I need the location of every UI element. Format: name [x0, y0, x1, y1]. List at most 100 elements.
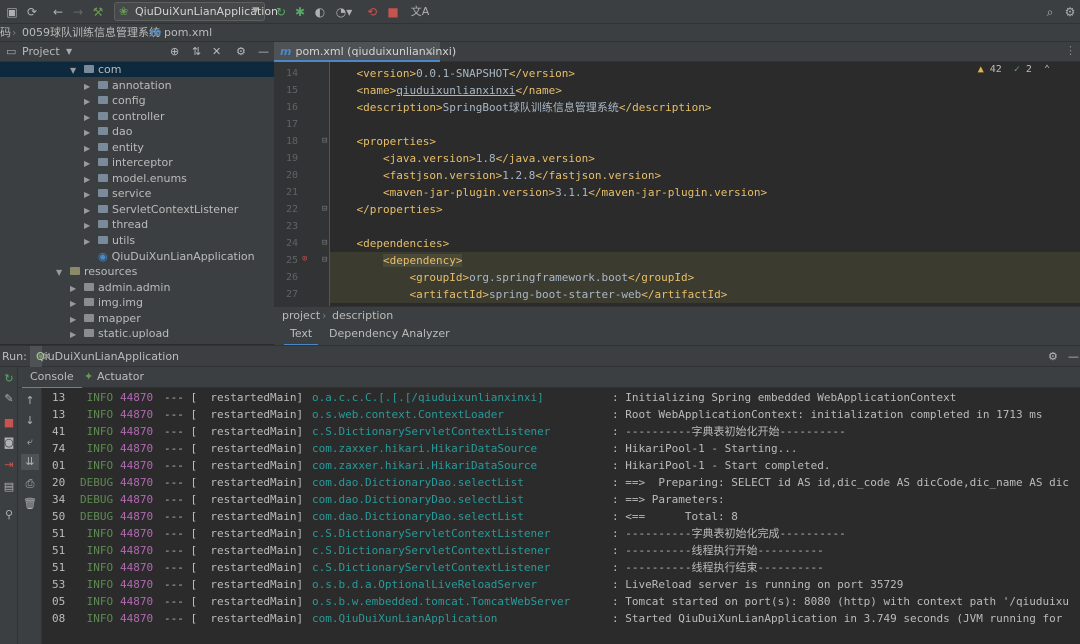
- tree-item-admin-admin[interactable]: ▶ admin.admin: [70, 280, 170, 295]
- rerun-icon[interactable]: ↻: [273, 2, 289, 22]
- collapse-arrow-icon[interactable]: ▶: [84, 234, 98, 249]
- fold-marker-icon[interactable]: ⊟: [322, 255, 327, 265]
- nav-crumb-root[interactable]: 码: [0, 24, 11, 41]
- tree-item-resources[interactable]: ▼ resources: [56, 264, 137, 279]
- settings-gear-icon[interactable]: ⚙: [1062, 2, 1078, 22]
- exit-icon[interactable]: ⇥: [0, 457, 18, 473]
- dependency-gutter-icon[interactable]: ⊙: [302, 254, 307, 264]
- trash-icon[interactable]: 🗑: [21, 496, 39, 512]
- tree-item-controller[interactable]: ▶ controller: [84, 109, 164, 124]
- project-panel-title[interactable]: Project: [22, 42, 60, 61]
- expand-arrow-icon[interactable]: ▼: [70, 63, 84, 78]
- tree-item-thread[interactable]: ▶ thread: [84, 217, 148, 232]
- hide-panel-icon[interactable]: —: [1068, 346, 1079, 367]
- scroll-to-end-icon[interactable]: ⇊: [21, 454, 39, 470]
- expand-arrow-icon[interactable]: ▼: [56, 265, 70, 280]
- tree-item-mapper[interactable]: ▶ mapper: [70, 311, 141, 326]
- collapse-arrow-icon[interactable]: ▶: [84, 141, 98, 156]
- soft-wrap-icon[interactable]: ⤶: [21, 434, 39, 450]
- chevron-down-icon[interactable]: ▼: [66, 42, 72, 61]
- collapse-arrow-icon[interactable]: ▶: [70, 312, 84, 327]
- close-tab-icon[interactable]: ✕: [425, 42, 434, 61]
- tree-item-annotation[interactable]: ▶ annotation: [84, 78, 172, 93]
- tree-item-static-upload[interactable]: ▶ static.upload: [70, 326, 169, 341]
- collapse-arrow-icon[interactable]: ▶: [70, 296, 84, 311]
- breadcrumb-item[interactable]: description: [332, 307, 393, 324]
- layout-icon[interactable]: ▤: [0, 479, 18, 495]
- tree-item-utils[interactable]: ▶ utils: [84, 233, 135, 248]
- collapse-arrow-icon[interactable]: ▶: [84, 110, 98, 125]
- line-number: 20: [285, 170, 298, 181]
- rebuild-icon[interactable]: ⟲: [364, 2, 380, 22]
- settings-gear-icon[interactable]: ⚙: [1048, 346, 1058, 367]
- search-icon[interactable]: ⌕: [1042, 2, 1058, 22]
- settings-gear-icon[interactable]: ⚙: [236, 42, 246, 61]
- print-icon[interactable]: ⎙: [21, 476, 39, 492]
- fold-marker-icon[interactable]: ⊟: [322, 238, 327, 248]
- tree-item-config[interactable]: ▶ config: [84, 93, 146, 108]
- collapse-arrow-icon[interactable]: ▶: [84, 218, 98, 233]
- coverage-icon[interactable]: ◐: [312, 2, 328, 22]
- collapse-all-icon[interactable]: ⇅: [192, 42, 201, 61]
- collapse-arrow-icon[interactable]: ▶: [84, 203, 98, 218]
- collapse-arrow-icon[interactable]: ▶: [84, 94, 98, 109]
- scroll-down-icon[interactable]: ↓: [21, 413, 39, 429]
- camera-icon[interactable]: ◙: [0, 435, 18, 451]
- tree-item-application-class[interactable]: ◉ QiuDuiXunLianApplication: [98, 249, 255, 264]
- collapse-arrow-icon[interactable]: ▶: [84, 125, 98, 140]
- close-icon[interactable]: ✕: [42, 346, 51, 367]
- tab-console[interactable]: Console: [22, 367, 82, 389]
- tree-item-service[interactable]: ▶ service: [84, 186, 151, 201]
- log-line: 13 INFO 44870 --- [ restartedMain] o.a.c.c.…: [52, 391, 957, 404]
- fold-marker-icon[interactable]: ⊟: [322, 136, 327, 146]
- collapse-arrow-icon[interactable]: ▶: [84, 172, 98, 187]
- tree-item-model-enums[interactable]: ▶ model.enums: [84, 171, 187, 186]
- tree-item-img-img[interactable]: ▶ img.img: [70, 295, 143, 310]
- breadcrumb-item[interactable]: project: [282, 307, 320, 324]
- more-icon[interactable]: ⋮: [1065, 44, 1076, 57]
- tab-text[interactable]: Text: [284, 324, 319, 346]
- inspection-widget[interactable]: ▲ 42 ✓ 2 ⌃: [978, 64, 1050, 75]
- line-number: 14: [285, 68, 298, 79]
- locate-target-icon[interactable]: ⊕: [170, 42, 179, 61]
- forward-arrow-icon[interactable]: →: [70, 2, 86, 22]
- build-hammer-icon[interactable]: ⚒: [90, 2, 106, 22]
- fold-marker-icon[interactable]: ⊟: [322, 204, 327, 214]
- tab-pom-xml[interactable]: m pom.xml (qiuduixunlianxinxi) ✕: [274, 42, 456, 62]
- tree-item-entity[interactable]: ▶ entity: [84, 140, 144, 155]
- tab-dependency-analyzer[interactable]: Dependency Analyzer: [329, 324, 450, 344]
- code-editor[interactable]: ▲ 42 ✓ 2 ⌃ <version>0.0.1-SNAPSHOT</vers…: [330, 62, 1080, 306]
- collapse-arrow-icon[interactable]: ▶: [84, 156, 98, 171]
- translate-icon[interactable]: 文A: [410, 2, 430, 22]
- tree-item-dao[interactable]: ▶ dao: [84, 124, 132, 139]
- sync-icon[interactable]: ⟳: [24, 2, 40, 22]
- collapse-arrow-icon[interactable]: ▶: [84, 79, 98, 94]
- stop-icon[interactable]: ■: [0, 415, 18, 431]
- scroll-up-icon[interactable]: ↑: [21, 393, 39, 409]
- collapse-arrow-icon[interactable]: ▶: [70, 327, 84, 342]
- close-icon[interactable]: ✕: [212, 42, 221, 61]
- tree-item-com[interactable]: ▼ com: [0, 62, 274, 77]
- rerun-icon[interactable]: ↻: [0, 371, 18, 387]
- tree-item-interceptor[interactable]: ▶ interceptor: [84, 155, 173, 170]
- debug-bug-icon[interactable]: ✱: [292, 2, 308, 22]
- profile-icon[interactable]: ◔▾: [334, 2, 354, 22]
- stop-icon[interactable]: ■: [385, 2, 401, 22]
- collapse-arrow-icon[interactable]: ▶: [84, 187, 98, 202]
- tab-actuator[interactable]: Actuator: [97, 367, 144, 387]
- run-tab[interactable]: ❀ QiuDuiXunLianApplication ✕: [30, 346, 179, 367]
- collapse-arrow-icon[interactable]: ▶: [70, 281, 84, 296]
- chevron-up-icon[interactable]: ⌃: [1044, 64, 1050, 75]
- tree-item-servletcontextlistener[interactable]: ▶ ServletContextListener: [84, 202, 238, 217]
- wrench-icon[interactable]: ✎: [0, 391, 18, 407]
- nav-crumb-project[interactable]: 0059球队训练信息管理系统: [22, 24, 160, 41]
- run-configuration-select[interactable]: ❀ QiuDuiXunLianApplication ▼: [114, 2, 278, 21]
- back-arrow-icon[interactable]: ←: [50, 2, 66, 22]
- hide-panel-icon[interactable]: —: [258, 42, 269, 61]
- console-output[interactable]: 13 INFO 44870 --- [ restartedMain] o.a.c.c.…: [42, 388, 1080, 644]
- pin-icon[interactable]: ⚲: [0, 507, 18, 523]
- nav-crumb-file[interactable]: pom.xml: [164, 24, 212, 41]
- navigation-bar: 码 › 0059球队训练信息管理系统 › m pom.xml: [0, 24, 1080, 42]
- code-line-highlighted: <artifactId>spring-boot-starter-web</art…: [330, 286, 1080, 303]
- save-icon[interactable]: ▣: [4, 2, 20, 22]
